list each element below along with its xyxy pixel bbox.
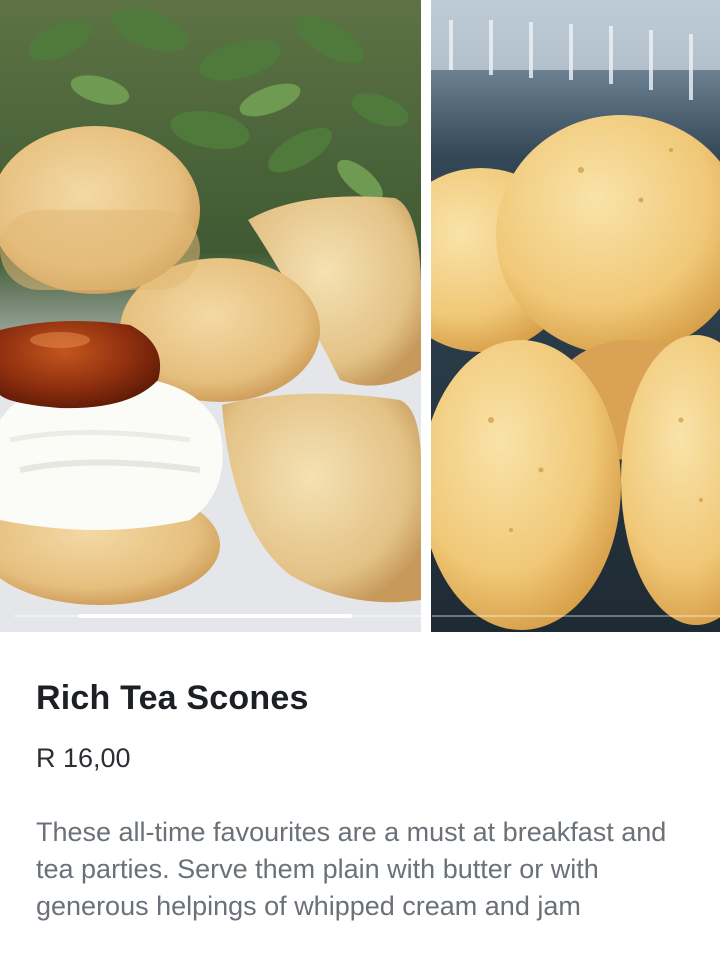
product-title: Rich Tea Scones <box>36 679 309 717</box>
product-description: These all-time favourites are a must at … <box>36 817 667 921</box>
product-details: Rich Tea Scones R 16,00 These all-time f… <box>0 676 720 925</box>
product-image-gallery[interactable] <box>0 0 720 632</box>
product-price: R 16,00 <box>36 743 131 773</box>
gallery-scroll-indicator[interactable] <box>78 614 352 618</box>
gallery-scroll-track <box>432 615 720 617</box>
scones-with-cream-and-jam-photo[interactable] <box>0 0 421 632</box>
scones-in-container-photo[interactable] <box>431 0 720 632</box>
